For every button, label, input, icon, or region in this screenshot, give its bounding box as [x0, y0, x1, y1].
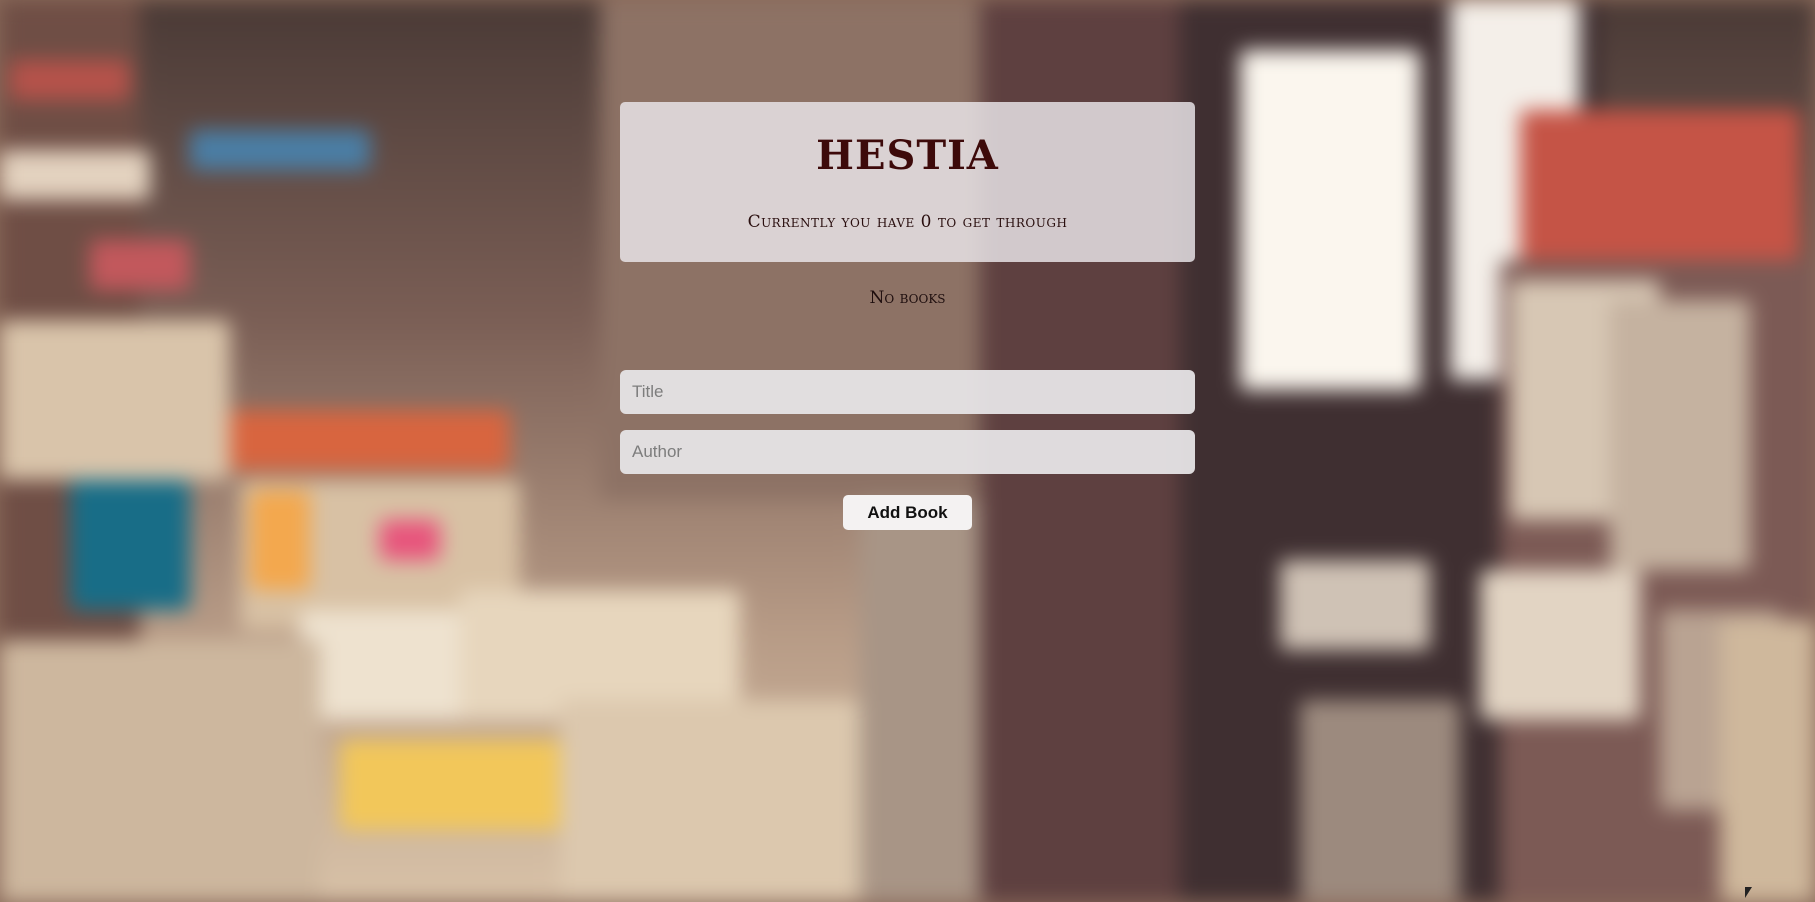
- header-panel: HESTIA Currently you have 0 to get throu…: [620, 102, 1195, 262]
- mouse-cursor-icon: [1745, 887, 1752, 898]
- app-title: HESTIA: [816, 132, 999, 179]
- book-count-subtitle: Currently you have 0 to get through: [747, 212, 1068, 232]
- author-input[interactable]: [620, 430, 1195, 474]
- title-input[interactable]: [620, 370, 1195, 414]
- add-book-button[interactable]: Add Book: [843, 495, 972, 530]
- empty-books-message: No books: [869, 288, 946, 308]
